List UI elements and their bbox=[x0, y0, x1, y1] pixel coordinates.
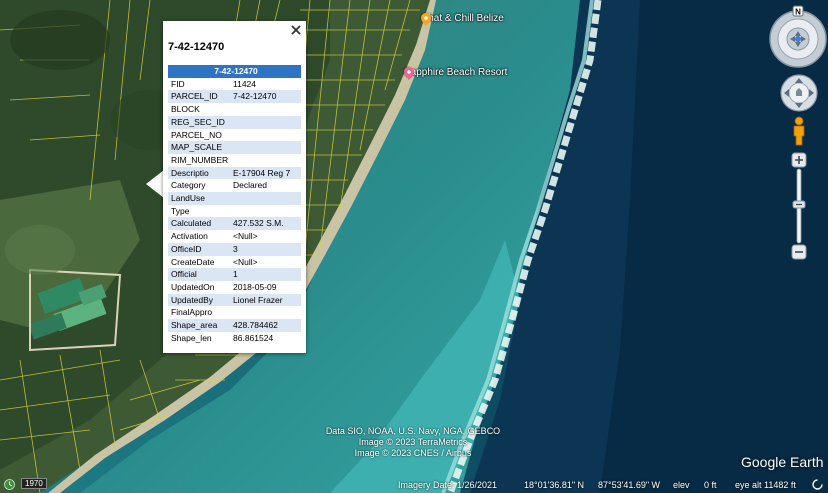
google-earth-logo: Google Earth bbox=[741, 454, 824, 470]
poi-label: Sapphire Beach Resort bbox=[404, 67, 508, 78]
attribute-key: CreateDate bbox=[171, 256, 215, 267]
poi-chat-and-chill[interactable]: Chat & Chill Belize bbox=[421, 13, 504, 26]
attribute-value bbox=[230, 192, 301, 205]
zoom-slider[interactable] bbox=[789, 151, 809, 263]
satellite-map[interactable]: Chat & Chill Belize Sapphire Beach Resor… bbox=[0, 0, 828, 493]
attribute-key: Activation bbox=[171, 231, 208, 242]
close-icon bbox=[291, 25, 301, 35]
attribute-key: PARCEL_NO bbox=[171, 129, 222, 140]
attribute-value bbox=[230, 129, 301, 142]
attribute-value: 86.861524 bbox=[233, 332, 274, 343]
table-row: Activation <Null> bbox=[168, 230, 301, 243]
attribute-key: RIM_NUMBER bbox=[171, 154, 229, 165]
attribute-value bbox=[230, 154, 301, 167]
table-row: LandUse bbox=[168, 192, 301, 205]
attribution-line: Data SIO, NOAA, U.S. Navy, NGA, GEBCO bbox=[325, 426, 501, 436]
attribute-value: 7-42-12470 bbox=[230, 90, 301, 104]
attribute-key: MAP_SCALE bbox=[168, 141, 230, 154]
table-row: CreateDate <Null> bbox=[168, 256, 301, 269]
attribute-value bbox=[230, 103, 301, 116]
attribute-key: OfficeID bbox=[168, 242, 230, 256]
table-row: FID 11424 bbox=[168, 78, 301, 91]
attribute-key: Calculated bbox=[168, 217, 230, 231]
attribute-key: Category bbox=[171, 180, 206, 191]
attribute-value: 428.784462 bbox=[230, 319, 301, 332]
attribute-value bbox=[230, 205, 301, 218]
table-row: REG_SEC_ID bbox=[168, 115, 301, 129]
attribute-value: 2018-05-09 bbox=[233, 281, 277, 292]
elevation-label: elev bbox=[673, 480, 690, 490]
street-view-pegman-icon[interactable] bbox=[790, 116, 808, 146]
attribute-key: Descriptio bbox=[168, 166, 230, 180]
look-compass-control[interactable]: N bbox=[768, 5, 828, 69]
table-row: Descriptio E-17904 Reg 7 bbox=[168, 166, 301, 180]
elevation-value: 0 ft bbox=[704, 480, 717, 490]
poi-label: Chat & Chill Belize bbox=[421, 13, 504, 24]
pink-pin-icon bbox=[404, 67, 414, 80]
attribute-value bbox=[230, 115, 301, 129]
attribute-key: REG_SEC_ID bbox=[168, 115, 230, 129]
table-row: OfficeID 3 bbox=[168, 242, 301, 256]
attribute-value: 11424 bbox=[233, 78, 257, 89]
status-bar: Imagery Date: 1/26/2021 18°01'36.81" N 8… bbox=[0, 478, 828, 493]
longitude-readout: 87°53'41.69" W bbox=[598, 480, 661, 490]
table-row: Calculated 427.532 S.M. bbox=[168, 217, 301, 231]
attribute-key: Official bbox=[168, 268, 230, 281]
attribution-line: Image © 2023 TerraMetrics bbox=[358, 437, 468, 447]
attribute-key: BLOCK bbox=[171, 104, 200, 115]
table-row: FinalAppro bbox=[168, 306, 301, 319]
poi-sapphire-beach[interactable]: Sapphire Beach Resort bbox=[404, 67, 508, 80]
attribute-value bbox=[230, 141, 301, 154]
attribute-value: 427.532 S.M. bbox=[230, 217, 301, 231]
table-header-row: 7-42-12470 bbox=[168, 65, 301, 78]
attribute-value: Declared bbox=[233, 180, 268, 191]
attribute-key: Shape_len bbox=[171, 332, 212, 343]
latitude-readout: 18°01'36.81" N bbox=[524, 480, 585, 490]
table-header[interactable]: 7-42-12470 bbox=[168, 65, 301, 78]
compass-north-label: N bbox=[795, 8, 801, 17]
attribute-value: Lionel Frazer bbox=[230, 293, 301, 307]
attribute-table: 7-42-12470 FID 11424 PARCEL_ID 7-42-12470 BL… bbox=[168, 65, 301, 344]
attribute-key: UpdatedBy bbox=[168, 293, 230, 307]
move-control[interactable] bbox=[780, 74, 818, 112]
balloon-tail bbox=[146, 170, 164, 198]
attribute-key: FinalAppro bbox=[171, 307, 213, 318]
table-row: PARCEL_ID 7-42-12470 bbox=[168, 90, 301, 104]
table-row: UpdatedOn 2018-05-09 bbox=[168, 281, 301, 294]
attribute-key: Shape_area bbox=[168, 319, 230, 332]
table-row: Shape_len 86.861524 bbox=[168, 332, 301, 345]
close-button[interactable] bbox=[289, 23, 303, 37]
table-row: Type bbox=[168, 205, 301, 218]
attribute-value: E-17904 Reg 7 bbox=[230, 166, 301, 180]
orange-pin-icon bbox=[421, 13, 431, 26]
table-row: Official 1 bbox=[168, 268, 301, 281]
attribute-key: PARCEL_ID bbox=[168, 90, 230, 104]
attribute-key: LandUse bbox=[168, 192, 230, 205]
table-row: MAP_SCALE bbox=[168, 141, 301, 154]
attribute-value bbox=[230, 306, 301, 319]
attribute-value: <Null> bbox=[233, 231, 258, 242]
imagery-attribution: Data SIO, NOAA, U.S. Navy, NGA, GEBCO Im… bbox=[308, 426, 518, 459]
table-row: RIM_NUMBER bbox=[168, 154, 301, 167]
attribute-value: 3 bbox=[230, 242, 301, 256]
loading-spinner-icon bbox=[812, 479, 823, 490]
attribute-key: Type bbox=[171, 205, 190, 216]
table-row: BLOCK bbox=[168, 103, 301, 116]
attribute-value: 1 bbox=[230, 268, 301, 281]
table-row: PARCEL_NO bbox=[168, 129, 301, 142]
table-row: UpdatedBy Lionel Frazer bbox=[168, 293, 301, 307]
balloon-title: 7-42-12470 bbox=[168, 41, 225, 53]
attribute-key: FID bbox=[171, 78, 185, 89]
table-row: Category Declared bbox=[168, 179, 301, 192]
eye-altitude: eye alt 11482 ft bbox=[735, 480, 796, 490]
imagery-date: Imagery Date: 1/26/2021 bbox=[398, 480, 498, 490]
parcel-info-balloon: 7-42-12470 7-42-12470 FID 11424 PARCEL_ID 7… bbox=[163, 21, 306, 353]
attribute-value: <Null> bbox=[233, 256, 258, 267]
attribution-line: Image © 2023 CNES / Airbus bbox=[354, 448, 472, 458]
table-row: Shape_area 428.784462 bbox=[168, 319, 301, 332]
attribute-key: UpdatedOn bbox=[171, 281, 215, 292]
